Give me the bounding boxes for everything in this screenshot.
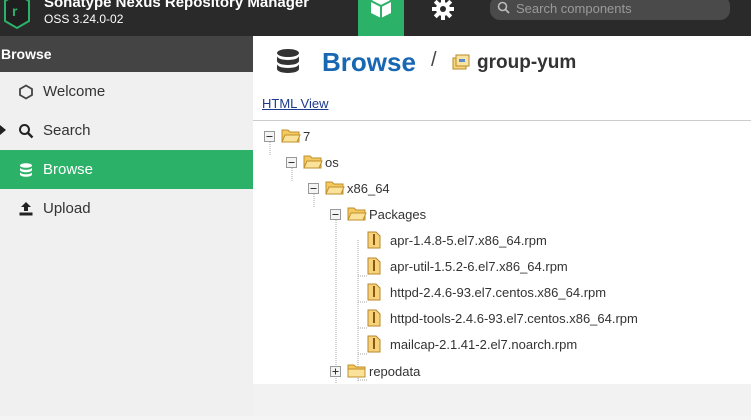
- sidebar-item-search[interactable]: Search: [0, 111, 253, 150]
- folder-open-icon: [281, 129, 301, 143]
- hexagon-icon: [19, 84, 33, 100]
- tree-file[interactable]: httpd-2.4.6-93.el7.centos.x86_64.rpm: [367, 282, 667, 304]
- repository-group-icon: [452, 54, 470, 70]
- sidebar-item-label: Upload: [43, 200, 91, 217]
- breadcrumb-separator: /: [431, 49, 437, 71]
- rpm-file-icon: [367, 231, 381, 249]
- html-view-link[interactable]: HTML View: [262, 96, 328, 111]
- footer-strip: [253, 384, 751, 416]
- tree-node-arch[interactable]: x86_64: [308, 178, 418, 200]
- cube-icon: [370, 0, 392, 18]
- tree-node-label: Packages: [369, 207, 427, 222]
- collapse-toggle-icon[interactable]: [264, 131, 275, 142]
- folder-closed-icon: [347, 364, 366, 378]
- expand-arrow-icon[interactable]: [0, 125, 6, 135]
- sidebar: Browse Welcome Search Browse Upload: [0, 36, 253, 416]
- main-panel: Browse / group-yum HTML View 7 os x86_64…: [253, 36, 751, 416]
- tree-file[interactable]: mailcap-2.1.41-2.el7.noarch.rpm: [367, 334, 627, 356]
- search-box[interactable]: [490, 0, 730, 20]
- tree-node-packages[interactable]: Packages: [330, 204, 460, 226]
- tree-file[interactable]: apr-util-1.5.2-6.el7.x86_64.rpm: [367, 256, 627, 278]
- tree-file-label: apr-util-1.5.2-6.el7.x86_64.rpm: [390, 259, 568, 274]
- tree-node-repodata[interactable]: repodata: [330, 361, 460, 383]
- tree-node-label: x86_64: [347, 181, 390, 196]
- page-title[interactable]: Browse: [322, 47, 416, 78]
- page-header: Browse / group-yum: [253, 36, 751, 90]
- tree-node-os[interactable]: os: [286, 152, 376, 174]
- browse-mode-button[interactable]: [358, 0, 404, 36]
- tree-file[interactable]: apr-1.4.8-5.el7.x86_64.rpm: [367, 230, 627, 252]
- app-title: Sonatype Nexus Repository Manager: [44, 0, 310, 11]
- sidebar-item-label: Search: [43, 122, 91, 139]
- gear-icon[interactable]: [430, 0, 456, 22]
- folder-open-icon: [303, 155, 323, 169]
- tree-node-label: repodata: [369, 364, 421, 379]
- tree-node-root[interactable]: 7: [264, 126, 344, 148]
- folder-open-icon: [347, 207, 367, 221]
- database-icon: [277, 49, 299, 73]
- sidebar-header: Browse: [0, 36, 253, 72]
- tree-file-label: apr-1.4.8-5.el7.x86_64.rpm: [390, 233, 547, 248]
- database-icon: [20, 163, 32, 177]
- sidebar-item-upload[interactable]: Upload: [0, 189, 253, 228]
- search-icon: [497, 1, 510, 14]
- upload-icon: [19, 202, 33, 216]
- expand-toggle-icon[interactable]: [330, 366, 341, 377]
- collapse-toggle-icon[interactable]: [286, 157, 297, 168]
- nexus-logo-icon[interactable]: r: [3, 0, 31, 30]
- sidebar-item-welcome[interactable]: Welcome: [0, 72, 253, 111]
- collapse-toggle-icon[interactable]: [330, 209, 341, 220]
- top-bar: r Sonatype Nexus Repository Manager OSS …: [0, 0, 751, 36]
- rpm-file-icon: [367, 309, 381, 327]
- sidebar-item-browse[interactable]: Browse: [0, 150, 253, 189]
- search-input[interactable]: [516, 0, 721, 18]
- folder-open-icon: [325, 181, 345, 195]
- breadcrumb-repository: group-yum: [477, 52, 577, 73]
- rpm-file-icon: [367, 283, 381, 301]
- svg-text:r: r: [12, 3, 18, 19]
- sidebar-item-label: Welcome: [43, 83, 106, 100]
- tree-file-label: httpd-tools-2.4.6-93.el7.centos.x86_64.r…: [390, 311, 638, 326]
- tree-file[interactable]: httpd-tools-2.4.6-93.el7.centos.x86_64.r…: [367, 308, 707, 330]
- tree-node-label: 7: [303, 129, 311, 144]
- sidebar-item-label: Browse: [43, 161, 94, 178]
- rpm-file-icon: [367, 335, 381, 353]
- tree-node-label: os: [325, 155, 339, 170]
- tree-file-label: httpd-2.4.6-93.el7.centos.x86_64.rpm: [390, 285, 607, 300]
- rpm-file-icon: [367, 257, 381, 275]
- collapse-toggle-icon[interactable]: [308, 183, 319, 194]
- app-version: OSS 3.24.0-02: [44, 12, 124, 26]
- tree-file-label: mailcap-2.1.41-2.el7.noarch.rpm: [390, 337, 578, 352]
- search-icon: [19, 124, 34, 139]
